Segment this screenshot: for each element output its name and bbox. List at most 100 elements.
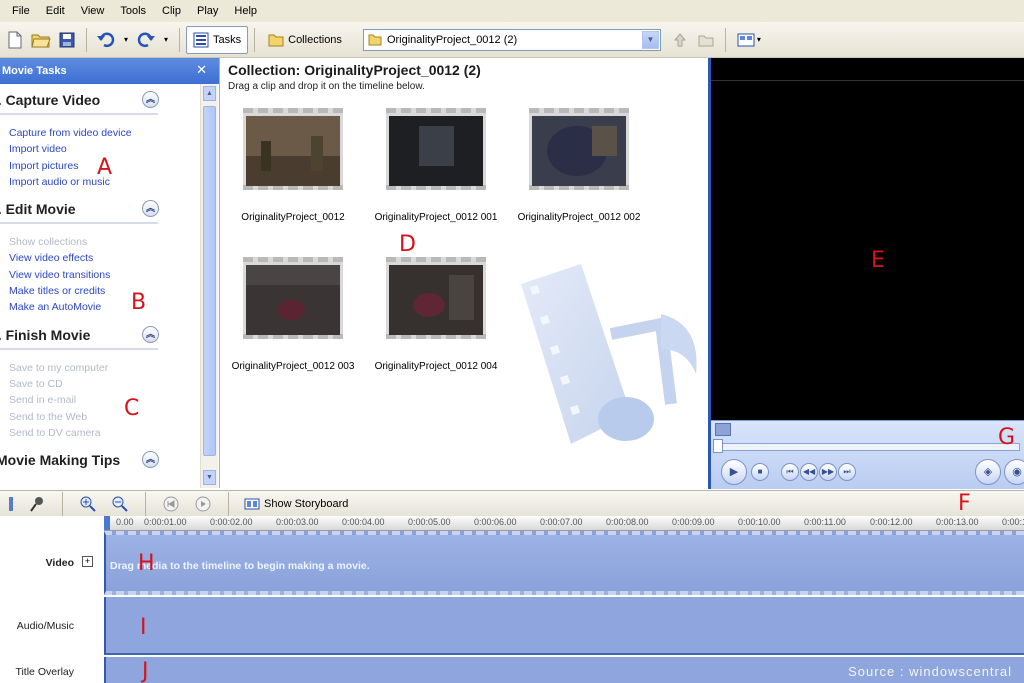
task-link-make-titles[interactable]: Make titles or credits	[9, 283, 205, 299]
next-frame-button[interactable]: ⏭	[838, 463, 856, 481]
annotation-g: G	[998, 425, 1016, 450]
video-track[interactable]: Drag media to the timeline to begin maki…	[104, 531, 1024, 595]
toolbar-divider	[254, 27, 256, 52]
new-collection-icon[interactable]	[695, 29, 717, 51]
preview-monitor: E ▶ ■ ⏮ ◀◀ ▶▶ ⏭ ◈ ◉ G	[708, 58, 1024, 489]
track-label-video-text: Video	[45, 557, 74, 569]
tasks-scrollbar[interactable]: ▲ ▼	[200, 84, 218, 488]
zoom-out-icon[interactable]	[109, 493, 131, 515]
views-icon[interactable]: ▾	[734, 29, 764, 51]
toolbar-divider	[145, 491, 146, 516]
fast-forward-button[interactable]: ▶▶	[819, 463, 837, 481]
task-link-capture-from-device[interactable]: Capture from video device	[9, 125, 205, 141]
task-link-make-automovie[interactable]: Make an AutoMovie	[9, 299, 205, 315]
scrollbar-thumb[interactable]	[203, 106, 216, 456]
task-link-save-to-cd: Save to CD	[9, 377, 63, 390]
movie-tasks-header: Movie Tasks ✕	[0, 58, 219, 84]
chevron-down-icon[interactable]: ▼	[641, 30, 659, 49]
new-project-icon[interactable]	[4, 29, 26, 51]
stop-button[interactable]: ■	[751, 463, 769, 481]
edit-movie-title[interactable]: 2. Edit Movie ︽	[0, 196, 205, 222]
seek-bar[interactable]	[715, 443, 1020, 451]
timeline-ruler[interactable]: 0.00 0:00:01.00 0:00:02.00 0:00:03.00 0:…	[104, 516, 1024, 531]
chevron-up-icon[interactable]: ︽	[142, 325, 159, 343]
collections-button[interactable]: Collections	[261, 26, 349, 54]
expand-icon[interactable]: +	[82, 556, 93, 567]
clip-frame	[529, 108, 629, 190]
capture-video-title[interactable]: 1. Capture Video ︽	[0, 87, 205, 113]
play-button[interactable]: ▶	[721, 459, 747, 485]
collections-button-label: Collections	[288, 33, 342, 46]
ruler-tick-label: 0:00:05.00	[408, 517, 451, 527]
annotation-a: A	[97, 155, 113, 180]
tasks-button[interactable]: Tasks	[186, 25, 249, 54]
toolbar-divider	[62, 491, 63, 516]
undo-dropdown-icon[interactable]: ▾	[121, 29, 131, 51]
capture-video-title-text: 1. Capture Video	[0, 92, 101, 108]
clip-thumbnail[interactable]: OriginalityProject_0012 002	[514, 108, 644, 223]
movie-tasks-pane: Movie Tasks ✕ 1. Capture Video ︽ Capture…	[0, 58, 220, 488]
ruler-tick-label: 0:00:01.00	[144, 517, 187, 527]
movie-tips-title[interactable]: Movie Making Tips ︽	[0, 447, 205, 473]
zoom-in-icon[interactable]	[77, 493, 99, 515]
menu-tools[interactable]: Tools	[112, 0, 154, 22]
playback-indicator[interactable]	[104, 516, 110, 530]
clip-preview-image	[532, 116, 626, 186]
task-link-view-transitions[interactable]: View video transitions	[9, 267, 205, 283]
clip-frame	[386, 108, 486, 190]
storyboard-icon	[244, 498, 260, 509]
menu-file[interactable]: File	[4, 0, 38, 22]
rewind-timeline-icon[interactable]	[160, 493, 182, 515]
close-icon[interactable]: ✕	[196, 62, 207, 78]
media-watermark-icon	[521, 264, 697, 444]
menu-play[interactable]: Play	[189, 0, 226, 22]
collection-select[interactable]: OriginalityProject_0012 (2) ▼	[362, 28, 661, 51]
annotation-i: I	[140, 615, 147, 640]
show-storyboard-button[interactable]: Show Storyboard	[241, 490, 351, 518]
clip-thumbnail[interactable]: OriginalityProject_0012 004	[371, 257, 501, 372]
ruler-tick-label: 0:00:03.00	[276, 517, 319, 527]
ruler-tick-label: 0:00:02.00	[210, 517, 253, 527]
redo-icon[interactable]	[135, 29, 157, 51]
undo-icon[interactable]	[95, 29, 117, 51]
clip-thumbnail[interactable]: OriginalityProject_0012 003	[228, 257, 358, 372]
finish-movie-title-text: 3. Finish Movie	[0, 326, 91, 343]
rewind-button[interactable]: ◀◀	[800, 463, 818, 481]
open-project-icon[interactable]	[30, 29, 52, 51]
up-one-level-icon[interactable]	[669, 29, 691, 51]
split-button[interactable]: ◈	[975, 459, 1001, 485]
show-storyboard-label: Show Storyboard	[264, 497, 349, 510]
menu-view[interactable]: View	[73, 0, 113, 22]
annotation-h: H	[138, 551, 155, 576]
save-project-icon[interactable]	[56, 29, 78, 51]
ruler-tick-label: 0:00:13.00	[936, 517, 979, 527]
task-link-view-effects[interactable]: View video effects	[9, 250, 205, 266]
clip-thumbnail[interactable]: OriginalityProject_0012 001	[371, 108, 501, 223]
menu-edit[interactable]: Edit	[38, 0, 73, 22]
clip-preview-image	[246, 116, 340, 186]
scroll-down-icon[interactable]: ▼	[203, 470, 216, 485]
ruler-tick-label: 0:00:10.00	[738, 517, 781, 527]
chevron-up-icon[interactable]: ︽	[142, 451, 159, 469]
audio-music-track[interactable]: I	[104, 597, 1024, 655]
ruler-tick-label: 0:00:07.00	[540, 517, 583, 527]
scroll-up-icon[interactable]: ▲	[203, 86, 216, 101]
narrate-timeline-icon[interactable]	[26, 493, 48, 515]
finish-movie-title[interactable]: 3. Finish Movie ︽	[0, 322, 205, 348]
task-link-save-to-computer: Save to my computer	[9, 361, 109, 374]
clip-thumbnail[interactable]: OriginalityProject_0012	[228, 108, 358, 223]
previous-frame-button[interactable]: ⏮	[781, 463, 799, 481]
snapshot-button[interactable]: ◉	[1004, 459, 1024, 485]
set-audio-levels-icon[interactable]	[6, 493, 16, 515]
clip-preview-image	[246, 265, 340, 335]
split-clip-icon[interactable]	[715, 423, 731, 436]
chevron-up-icon[interactable]: ︽	[142, 200, 159, 218]
seek-bar-thumb[interactable]	[713, 439, 723, 453]
clip-preview-image	[389, 116, 483, 186]
source-credit: Source : windowscentral	[848, 664, 1012, 679]
menu-help[interactable]: Help	[226, 0, 265, 22]
chevron-up-icon[interactable]: ︽	[142, 91, 159, 108]
redo-dropdown-icon[interactable]: ▾	[161, 29, 171, 51]
menu-clip[interactable]: Clip	[154, 0, 189, 22]
play-timeline-icon[interactable]	[192, 493, 214, 515]
